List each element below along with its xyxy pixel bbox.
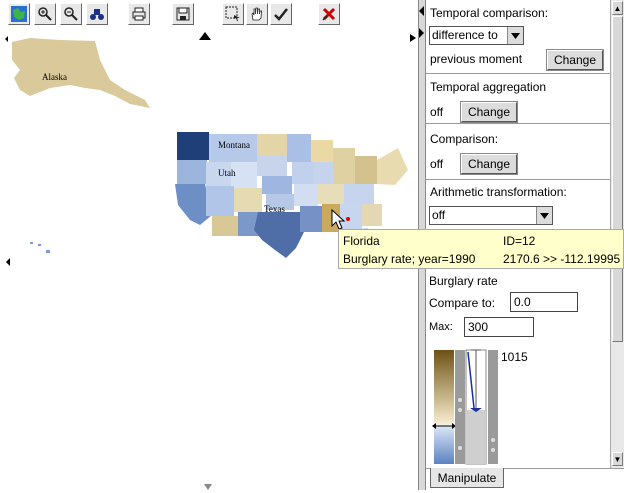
zoom-in-icon[interactable] [34,3,56,25]
comparison-label: Comparison: [430,132,499,146]
check-icon[interactable] [270,3,292,25]
label-utah: Utah [218,168,236,178]
temporal-comparison-section: Temporal comparison: difference to previ… [426,0,610,74]
chevron-down-icon [507,27,523,44]
marker-left-top [5,36,8,42]
positive-color-scale [434,350,454,426]
temporal-aggregation-state: off [430,105,444,119]
max-label: Max: [429,321,453,333]
compare-to-label: Compare to: [429,296,496,310]
map-icon[interactable] [8,3,30,25]
legend-graph[interactable] [426,344,546,468]
selection-dot-icon [346,217,350,221]
print-icon[interactable] [128,3,150,25]
tab-bar: Manipulate [426,468,624,490]
comparison-section: Comparison: off Change [426,124,610,180]
label-alaska: Alaska [42,72,67,82]
hand-icon[interactable] [246,3,268,25]
comparison-state: off [430,157,444,171]
temporal-comparison-label: Temporal comparison: [430,6,549,20]
temporal-aggregation-section: Temporal aggregation off Change [426,74,610,124]
temporal-aggregation-label: Temporal aggregation [430,80,547,94]
tab-manipulate[interactable]: Manipulate [430,468,504,488]
comparison-change-button[interactable]: Change [460,153,518,175]
save-icon[interactable] [172,3,194,25]
temporal-comparison-select[interactable]: difference to [429,26,524,45]
marker-right-top [410,34,416,42]
zoom-out-icon[interactable] [60,3,82,25]
tooltip-attribute: Burglary rate; year=1990 [343,252,476,266]
negative-color-scale [434,426,454,464]
scroll-up-icon[interactable]: ▲ [612,1,623,15]
arithmetic-select[interactable]: off [429,206,553,225]
scrollbar-thumb[interactable] [612,16,623,342]
tooltip-id: ID=12 [503,234,536,248]
marker-top [199,32,211,40]
chevron-down-icon [536,207,552,224]
arithmetic-label: Arithmetic transformation: [430,185,567,199]
scroll-down-icon[interactable]: ▼ [612,452,623,466]
tooltip-value: 2170.6 >> -112.19995 [503,252,621,266]
label-texas: Texas [264,204,285,214]
region-alaska [12,38,150,108]
legend-top-value: 1015 [501,350,528,364]
previous-moment-label: previous moment [430,52,523,66]
temporal-comparison-change-button[interactable]: Change [546,49,604,71]
temporal-comparison-value: difference to [432,28,498,42]
attribute-label: Burglary rate [429,274,498,288]
close-icon[interactable] [318,3,340,25]
temporal-aggregation-change-button[interactable]: Change [460,101,518,123]
toolbar [0,0,418,30]
compare-to-input[interactable]: 0.0 [510,292,578,312]
arithmetic-value: off [432,208,446,222]
marker-bottom [204,484,212,490]
binoculars-icon[interactable] [86,3,108,25]
arithmetic-section: Arithmetic transformation: off [426,180,610,230]
tooltip-state: Florida [343,234,380,248]
max-input[interactable]: 300 [464,317,534,337]
label-montana: Montana [218,140,250,150]
select-rect-icon[interactable] [222,3,244,25]
marker-left [6,258,10,266]
map-tooltip: Florida ID=12 Burglary rate; year=1990 2… [338,229,624,269]
legend-section: Burglary rate Compare to: 0.0 Max: 300 1… [426,270,610,468]
